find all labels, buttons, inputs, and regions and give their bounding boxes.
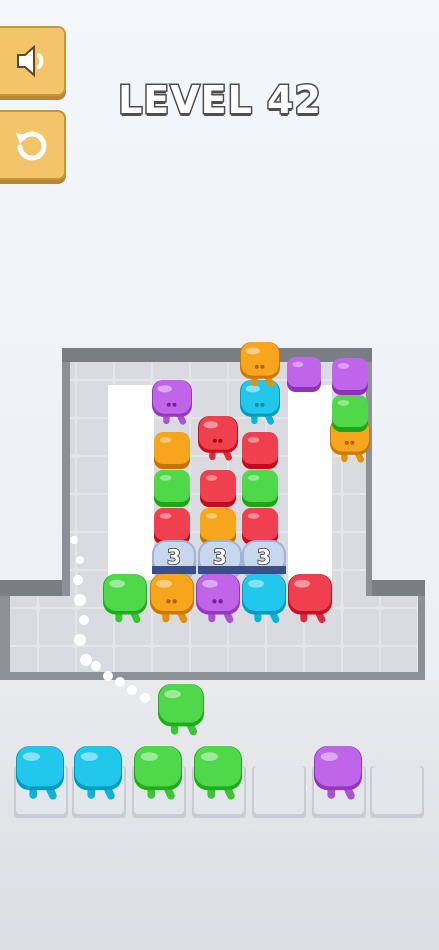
lane-2-block-2 [242,432,278,469]
level-title: LEVEL 42 [117,77,323,124]
lane-2-block-3 [242,470,278,507]
lane-3-block-1 [332,395,368,432]
sound-button[interactable] [0,26,66,96]
restart-button[interactable] [0,110,66,180]
lane-2-block-4 [242,508,278,545]
lane-0-block-2 [154,470,190,507]
barrel-label: 3 [167,545,181,569]
lane-3-top-purple [287,357,321,392]
queue-slot[interactable] [252,766,306,818]
lane-1-block-2 [200,508,236,545]
lane-0-block-1 [154,432,190,469]
lane-1-block-1 [200,470,236,507]
restart-icon [16,131,47,161]
lane-0-block-3 [154,508,190,545]
barrel-label: 3 [257,545,271,569]
lane-3-block-0 [332,358,368,395]
barrel-label: 3 [213,545,227,569]
queue-slot[interactable] [370,766,424,818]
speaker-icon [17,44,44,78]
